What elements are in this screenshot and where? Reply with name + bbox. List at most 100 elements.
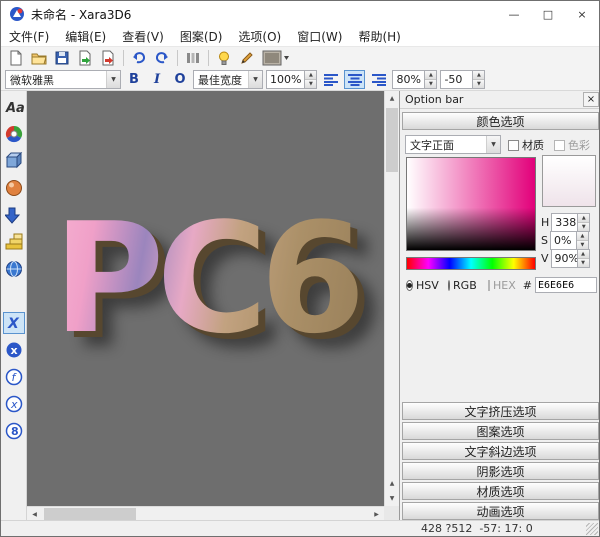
- align-left-button[interactable]: [320, 70, 341, 89]
- font-select-value: 微软雅黑: [6, 72, 106, 88]
- section-label: 材质选项: [476, 483, 524, 500]
- menu-edit[interactable]: 编辑(E): [57, 27, 114, 46]
- export-image-button[interactable]: [74, 48, 96, 68]
- section-bevel-options[interactable]: 文字斜边选项: [402, 442, 599, 460]
- section-pattern-options[interactable]: 图案选项: [402, 422, 599, 440]
- hsv-radio[interactable]: [406, 280, 413, 291]
- toolbar-separator: [177, 50, 178, 66]
- spin-down-icon[interactable]: ▼: [577, 240, 588, 249]
- scale-spinner[interactable]: 100% ▲ ▼: [266, 70, 317, 89]
- menu-options[interactable]: 选项(O): [230, 27, 289, 46]
- option-bar-close-icon[interactable]: ×: [583, 92, 599, 107]
- spinner-buttons: ▲ ▼: [472, 70, 485, 89]
- close-button[interactable]: ×: [565, 1, 599, 27]
- rotate-x-button[interactable]: x: [3, 339, 25, 361]
- scroll-up2-icon[interactable]: ▲: [385, 476, 399, 491]
- scale-value: 100%: [266, 70, 304, 89]
- menu-window[interactable]: 窗口(W): [289, 27, 350, 46]
- saturation-value: 0%: [550, 231, 576, 250]
- font-select[interactable]: 微软雅黑 ▼: [5, 70, 121, 89]
- align-right-button[interactable]: [368, 70, 389, 89]
- texture-options-button[interactable]: [3, 231, 25, 253]
- scroll-up-icon[interactable]: ▲: [385, 91, 399, 106]
- open-button[interactable]: [28, 48, 50, 68]
- spin-up-icon[interactable]: ▲: [577, 232, 588, 240]
- vertical-scroll-track[interactable]: [385, 106, 399, 476]
- kerning-spinner[interactable]: -50 ▲ ▼: [440, 70, 485, 89]
- hue-spinner-row: H 338° ▲ ▼: [541, 213, 590, 232]
- extrusion-options-button[interactable]: [3, 150, 25, 172]
- spin-up-icon[interactable]: ▲: [578, 250, 589, 258]
- italic-button[interactable]: I: [147, 70, 167, 89]
- face-select[interactable]: 文字正面 ▼: [405, 135, 501, 154]
- bevel-options-button[interactable]: [3, 177, 25, 199]
- vertical-scroll-thumb[interactable]: [386, 108, 398, 172]
- menu-file[interactable]: 文件(F): [1, 27, 57, 46]
- undo-button[interactable]: [128, 48, 150, 68]
- section-texture-options[interactable]: 材质选项: [402, 482, 599, 500]
- menu-design[interactable]: 图案(D): [172, 27, 231, 46]
- saturation-spinner-row: S 0% ▲ ▼: [541, 231, 589, 250]
- value-spinner-row: V 90% ▲ ▼: [541, 249, 590, 268]
- spin-down-icon[interactable]: ▼: [578, 222, 589, 231]
- color-options-button[interactable]: [3, 123, 25, 145]
- tracking-spinner[interactable]: 80% ▲ ▼: [392, 70, 437, 89]
- texture-checkbox[interactable]: [508, 140, 519, 151]
- position-tool-button[interactable]: X: [3, 312, 25, 334]
- save-button[interactable]: [51, 48, 73, 68]
- spin-up-icon[interactable]: ▲: [578, 214, 589, 222]
- rotate-f-button[interactable]: f: [3, 366, 25, 388]
- bold-button[interactable]: B: [124, 70, 144, 89]
- section-color-options[interactable]: 颜色选项: [402, 112, 599, 130]
- 3d-text[interactable]: PC6 PC6: [53, 203, 358, 355]
- document-canvas[interactable]: PC6 PC6: [27, 91, 384, 506]
- width-mode-select[interactable]: 最佳宽度 ▼: [193, 70, 263, 89]
- spin-down-icon[interactable]: ▼: [578, 258, 589, 267]
- spin-down-icon[interactable]: ▼: [473, 79, 484, 88]
- new-button[interactable]: [5, 48, 27, 68]
- minimize-button[interactable]: —: [497, 1, 531, 27]
- rotate-8-button[interactable]: 8: [3, 420, 25, 442]
- menu-view[interactable]: 查看(V): [114, 27, 172, 46]
- align-center-button[interactable]: [344, 70, 365, 89]
- color-picker-field[interactable]: [406, 157, 536, 251]
- shadow-options-button[interactable]: [3, 204, 25, 226]
- outline-button[interactable]: O: [170, 70, 190, 89]
- titlebar[interactable]: 未命名 - Xara3D6 — □ ×: [1, 1, 599, 27]
- hue-spinner[interactable]: 338° ▲ ▼: [551, 213, 590, 232]
- maximize-button[interactable]: □: [531, 1, 565, 27]
- circle-x-outline-icon: x: [5, 395, 23, 413]
- spin-up-icon[interactable]: ▲: [425, 71, 436, 79]
- hue-slider[interactable]: [406, 257, 536, 270]
- pencil-button[interactable]: [236, 48, 258, 68]
- menu-bar: 文件(F) 编辑(E) 查看(V) 图案(D) 选项(O) 窗口(W) 帮助(H…: [1, 27, 599, 47]
- undo-icon: [131, 50, 147, 66]
- section-animation-options[interactable]: 动画选项: [402, 502, 599, 520]
- spin-up-icon[interactable]: ▲: [305, 71, 316, 79]
- export-animation-button[interactable]: [97, 48, 119, 68]
- value-spinner[interactable]: 90% ▲ ▼: [551, 249, 590, 268]
- rgb-radio[interactable]: [448, 280, 450, 291]
- text-options-button[interactable]: Aa: [3, 96, 25, 118]
- animation-options-button[interactable]: [3, 258, 25, 280]
- redo-icon: [154, 50, 170, 66]
- rotate-x2-button[interactable]: x: [3, 393, 25, 415]
- spin-down-icon[interactable]: ▼: [425, 79, 436, 88]
- spin-down-icon[interactable]: ▼: [305, 79, 316, 88]
- hex-input[interactable]: [535, 277, 597, 293]
- spin-up-icon[interactable]: ▲: [473, 71, 484, 79]
- section-shadow-options[interactable]: 阴影选项: [402, 462, 599, 480]
- width-mode-value: 最佳宽度: [194, 72, 248, 88]
- menu-help[interactable]: 帮助(H): [350, 27, 408, 46]
- resize-grip[interactable]: [586, 523, 598, 535]
- redo-button[interactable]: [151, 48, 173, 68]
- saturation-spinner[interactable]: 0% ▲ ▼: [550, 231, 589, 250]
- lightbulb-button[interactable]: [213, 48, 235, 68]
- spinner-buttons: ▲ ▼: [576, 231, 589, 250]
- columns-button[interactable]: [182, 48, 204, 68]
- option-bar-titlebar[interactable]: Option bar ×: [400, 91, 600, 109]
- section-extrusion-options[interactable]: 文字挤压选项: [402, 402, 599, 420]
- vertical-scrollbar[interactable]: ▲ ▲ ▼: [384, 91, 399, 506]
- texture-preview-button[interactable]: [259, 48, 293, 68]
- scroll-down-icon[interactable]: ▼: [385, 491, 399, 506]
